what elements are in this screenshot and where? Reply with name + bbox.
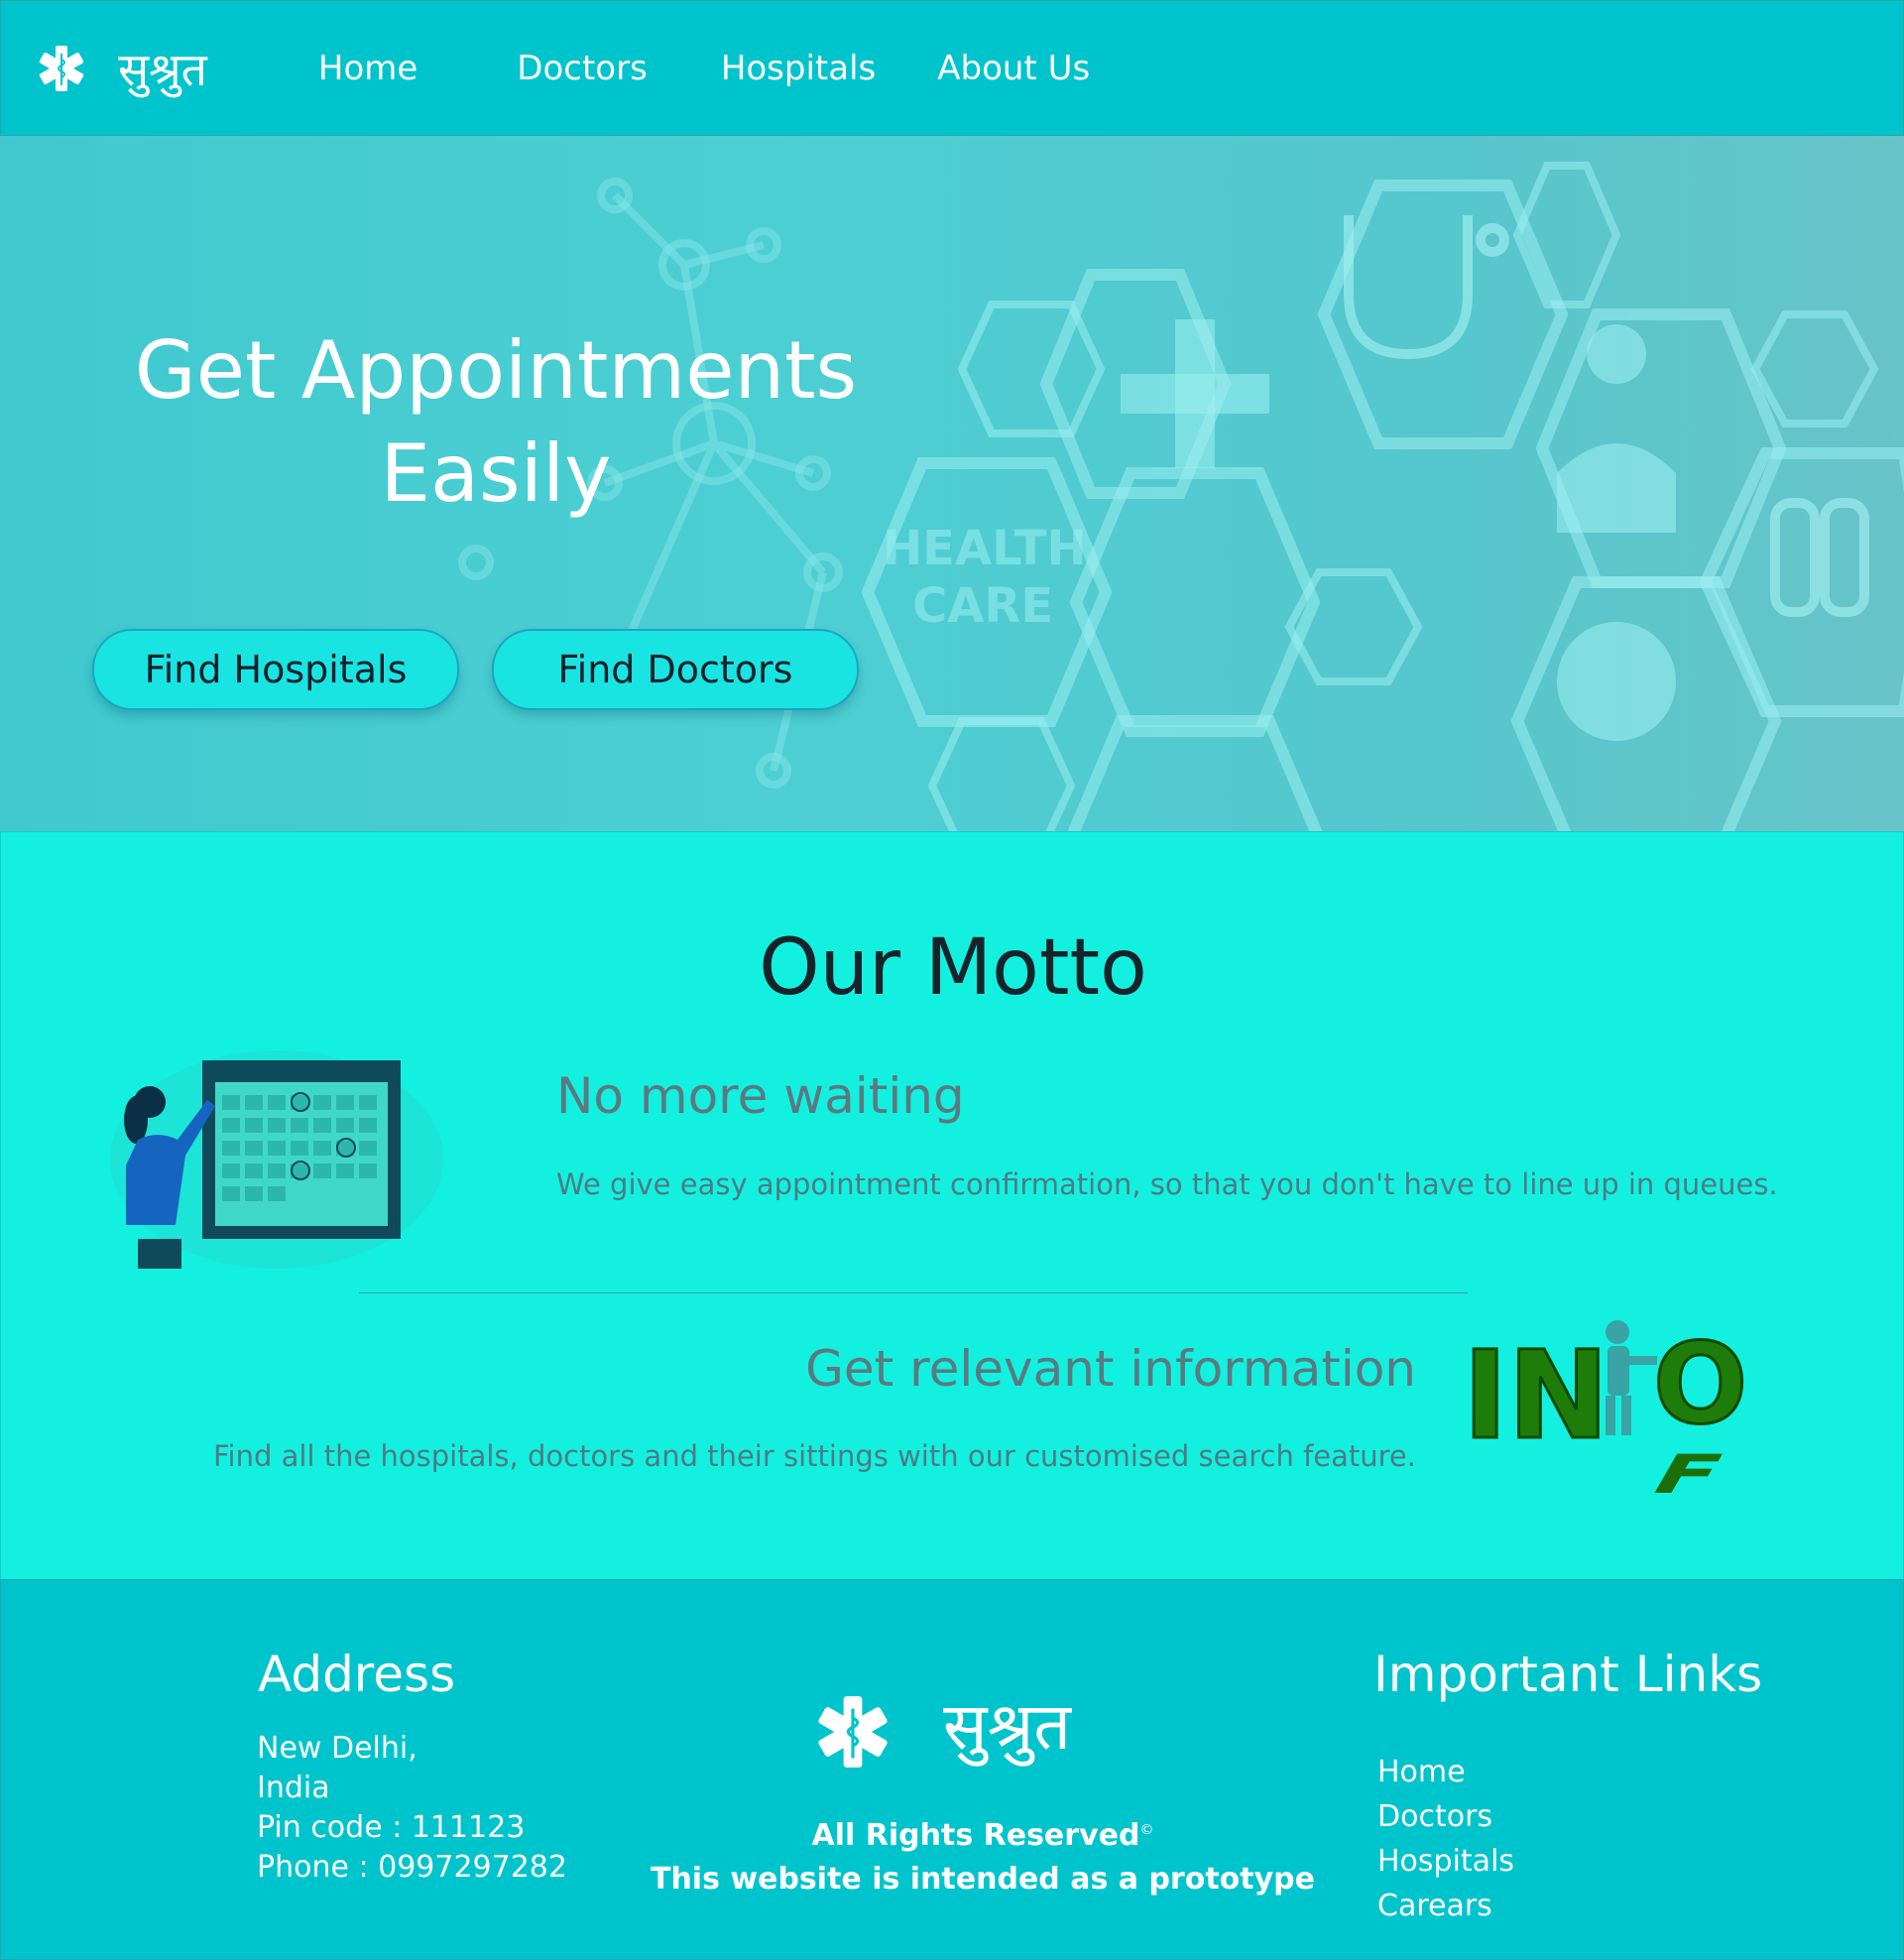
hero-title-line2: Easily	[380, 428, 612, 520]
motto-item-text-1: We give easy appointment confirmation, s…	[556, 1167, 1778, 1201]
footer-link-home[interactable]: Home	[1377, 1755, 1466, 1789]
footer-link-careers[interactable]: Carears	[1377, 1889, 1492, 1923]
info-letters-in: IN	[1463, 1325, 1609, 1466]
brand-name: सुश्रुत	[118, 42, 207, 96]
hero-title-line1: Get Appointments	[134, 324, 858, 417]
nav-links: Home Doctors Hospitals About Us	[287, 49, 1163, 88]
nav-link-about-us[interactable]: About Us	[937, 49, 1090, 88]
footer-link-doctors[interactable]: Doctors	[1377, 1799, 1492, 1834]
brand[interactable]: सुश्रुत	[37, 38, 207, 99]
health-art-text: HEALTH	[883, 521, 1087, 576]
nav-link-doctors[interactable]: Doctors	[517, 49, 648, 88]
motto-title: Our Motto	[759, 923, 1147, 1013]
find-doctors-button[interactable]: Find Doctors	[492, 629, 859, 710]
motto-item-heading-1: No more waiting	[556, 1067, 965, 1125]
info-letter-f: F	[1639, 1443, 1736, 1506]
hero-title: Get Appointments Easily	[119, 319, 873, 526]
info-letters-illustration: IN O F	[1462, 1319, 1749, 1507]
nav-link-home[interactable]: Home	[318, 49, 417, 88]
important-links-heading: Important Links	[1373, 1646, 1763, 1703]
rights-text: All Rights Reserved	[811, 1818, 1140, 1853]
navbar: सुश्रुत Home Doctors Hospitals About Us	[0, 0, 1904, 136]
nav-link-hospitals[interactable]: Hospitals	[721, 49, 876, 88]
motto-divider	[359, 1292, 1468, 1293]
star-of-life-icon	[39, 45, 84, 91]
footer: Address New Delhi, India Pin code : 1111…	[0, 1579, 1904, 1960]
motto-item-text-2: Find all the hospitals, doctors and thei…	[212, 1439, 1416, 1473]
find-hospitals-button[interactable]: Find Hospitals	[92, 629, 459, 710]
address-line-city: New Delhi,	[257, 1731, 417, 1766]
address-line-pincode: Pin code : 111123	[257, 1810, 526, 1845]
care-art-text: CARE	[912, 578, 1053, 634]
address-line-country: India	[257, 1771, 330, 1805]
copyright-symbol: ©	[1139, 1822, 1154, 1838]
address-line-phone: Phone : 0997297282	[257, 1850, 567, 1885]
hero-banner: HEALTH CARE Get Appointments Easily Find…	[0, 136, 1904, 831]
calendar-illustration	[110, 1050, 443, 1269]
prototype-note: This website is intended as a prototype	[650, 1862, 1315, 1897]
address-heading: Address	[258, 1646, 456, 1703]
motto-item-heading-2: Get relevant information	[805, 1340, 1416, 1398]
info-letter-o: O	[1653, 1320, 1747, 1449]
star-of-life-icon	[818, 1696, 888, 1768]
footer-brand-name: सुश्रुत	[943, 1688, 1071, 1765]
motto-section: Our Motto No more waiting We give easy a…	[0, 831, 1904, 1581]
footer-link-hospitals[interactable]: Hospitals	[1377, 1844, 1514, 1879]
all-rights-reserved: All Rights Reserved©	[556, 1818, 1409, 1853]
